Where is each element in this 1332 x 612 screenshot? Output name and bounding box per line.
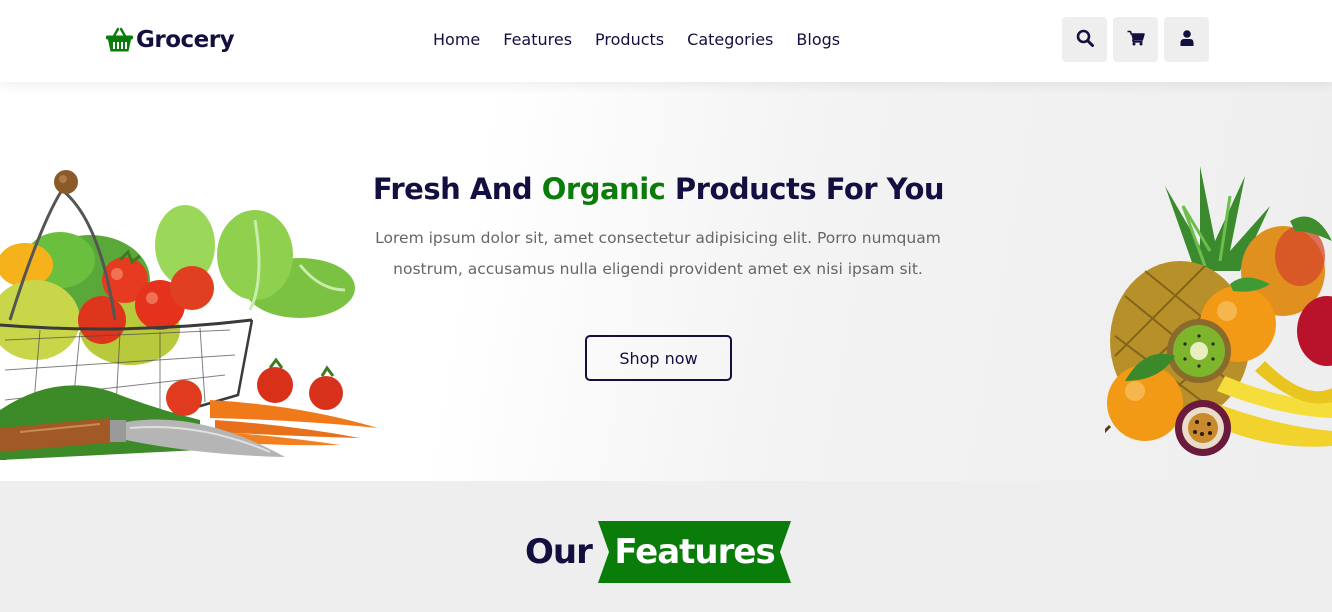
nav-item-home[interactable]: Home [433, 29, 480, 51]
hero-title-part1: Fresh And [372, 172, 542, 206]
user-button[interactable] [1164, 17, 1209, 62]
brand-name: Grocery [136, 27, 235, 53]
nav-item-products[interactable]: Products [595, 29, 664, 51]
hero-title-accent: Organic [541, 172, 666, 206]
shopping-basket-icon [105, 27, 134, 53]
cart-button[interactable] [1113, 17, 1158, 62]
fruit-pile-image [1100, 166, 1332, 465]
cart-icon [1127, 30, 1145, 50]
features-heading-part1: Our [525, 532, 593, 572]
features-heading-part2: Features [614, 532, 775, 572]
search-icon [1076, 29, 1094, 51]
main-nav: Home Features Products Categories Blogs [433, 29, 863, 51]
features-heading-banner: Features [598, 521, 791, 583]
header-icons [1062, 17, 1209, 62]
user-icon [1180, 29, 1194, 50]
hero-title-part2: Products For You [665, 172, 945, 206]
nav-item-blogs[interactable]: Blogs [796, 29, 840, 51]
nav-item-features[interactable]: Features [503, 29, 572, 51]
search-button[interactable] [1062, 17, 1107, 62]
shop-now-button[interactable]: Shop now [585, 335, 732, 381]
logo-link[interactable]: Grocery [105, 24, 235, 56]
features-heading: Our Features [0, 521, 1332, 583]
vegetable-basket-image [0, 170, 380, 464]
site-header: Grocery Home Features Products Categorie… [0, 0, 1332, 82]
nav-item-categories[interactable]: Categories [687, 29, 773, 51]
hero-description: Lorem ipsum dolor sit, amet consectetur … [375, 229, 941, 278]
hero-section: Fresh And Organic Products For You Lorem… [0, 82, 1332, 481]
